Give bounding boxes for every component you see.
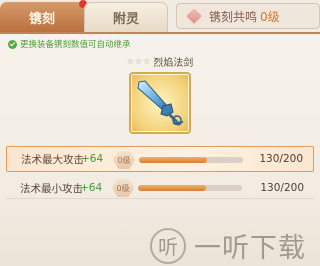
resonance-label: 镌刻共鸣 xyxy=(209,9,258,24)
attribute-row-max-magic-attack[interactable]: 法术最大攻击 +64 0级 130/200 xyxy=(6,146,314,172)
inherit-tip: 更换装备镌刻数值可自动继承 xyxy=(8,38,131,50)
tab-enchant[interactable]: 附灵 xyxy=(84,2,168,32)
weapon-slot[interactable] xyxy=(129,72,191,134)
crystal-sword-icon xyxy=(137,80,184,126)
tab-engrave-label: 镌刻 xyxy=(28,11,55,27)
weapon-title: ☆☆☆ 烈焰法剑 xyxy=(0,54,320,69)
attribute-name: 法术最大攻击 xyxy=(21,153,84,166)
weapon-name: 烈焰法剑 xyxy=(153,58,194,69)
tab-bar: 镌刻 附灵 镌刻共鸣 0级 xyxy=(0,0,320,32)
level-badge: 0级 xyxy=(113,151,135,169)
watermark: 听 一听下载 xyxy=(150,226,306,265)
star-rating: ☆☆☆ xyxy=(126,57,152,66)
attribute-bonus: +64 xyxy=(81,153,104,165)
progress-fill xyxy=(138,185,206,191)
level-badge: 0级 xyxy=(112,179,134,197)
divider xyxy=(6,198,314,199)
resonance-level: 0级 xyxy=(260,9,280,24)
attribute-value: 130/200 xyxy=(260,182,304,194)
tab-engrave[interactable]: 镌刻 xyxy=(0,0,87,32)
engrave-resonance-button[interactable]: 镌刻共鸣 0级 xyxy=(176,3,320,29)
check-circle-icon xyxy=(8,39,17,49)
tab-enchant-label: 附灵 xyxy=(112,12,139,27)
rune-diamond-icon xyxy=(183,5,205,27)
tip-text: 更换装备镌刻数值可自动继承 xyxy=(20,40,131,50)
attribute-name: 法术最小攻击 xyxy=(20,182,83,195)
progress-bar xyxy=(138,185,242,191)
watermark-text: 一听下载 xyxy=(194,233,306,264)
progress-fill xyxy=(139,157,207,163)
attribute-bonus: +64 xyxy=(80,182,103,194)
progress-bar xyxy=(139,157,243,163)
attribute-value: 130/200 xyxy=(259,153,303,165)
watermark-logo: 听 xyxy=(150,227,186,264)
